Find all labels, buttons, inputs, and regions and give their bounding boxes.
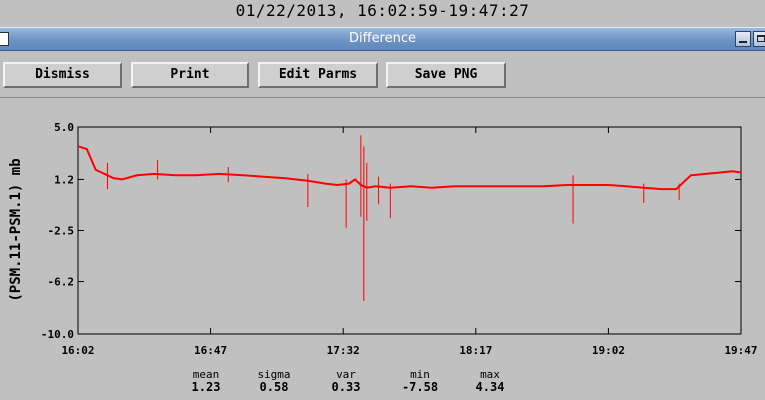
x-tick-label: 17:32 <box>327 344 360 357</box>
dismiss-button[interactable]: Dismiss <box>3 62 122 88</box>
stat-value: -7.58 <box>401 380 439 394</box>
edit-parms-button[interactable]: Edit Parms <box>258 62 378 88</box>
stat-min: min -7.58 <box>380 368 460 394</box>
y-tick-label: -6.2 <box>48 276 75 289</box>
y-tick-label: 5.0 <box>54 121 74 134</box>
stat-sigma: sigma 0.58 <box>234 368 314 394</box>
print-button[interactable]: Print <box>131 62 249 88</box>
window-title: Difference <box>348 31 417 46</box>
plot-frame <box>77 126 742 335</box>
x-tick-label: 19:02 <box>592 344 625 357</box>
y-tick-label: -10.0 <box>41 328 74 341</box>
series-layer <box>77 135 742 301</box>
plot-date-header: 01/22/2013, 16:02:59-19:47:27 <box>0 0 765 27</box>
stat-value: 4.34 <box>475 380 505 394</box>
stat-max: max 4.34 <box>450 368 530 394</box>
minimize-icon <box>739 41 747 43</box>
x-axis: 16:02 16:47 17:32 18:17 19:02 19:47 <box>61 127 758 357</box>
y-axis-label: (PSM.11-PSM.1) mb <box>8 158 24 301</box>
difference-chart: 5.0 1.2 -2.5 -6.2 -10.0 16:02 16:47 17:32 18:17… <box>8 121 758 357</box>
stats-panel: mean 1.23 sigma 0.58 var 0.33 min -7.58 … <box>0 368 765 400</box>
save-png-button[interactable]: Save PNG <box>386 62 506 88</box>
stat-var: var 0.33 <box>306 368 386 394</box>
y-axis: 5.0 1.2 -2.5 -6.2 -10.0 <box>41 121 741 341</box>
toolbar: Dismiss Print Edit Parms Save PNG <box>0 51 765 98</box>
x-tick-label: 18:17 <box>459 344 492 357</box>
window-titlebar[interactable]: Difference <box>0 27 765 51</box>
x-tick-label: 16:02 <box>61 344 94 357</box>
date-range-title: 01/22/2013, 16:02:59-19:47:27 <box>235 1 530 20</box>
stat-value: 0.33 <box>331 380 361 394</box>
x-tick-label: 19:47 <box>724 344 757 357</box>
maximize-button[interactable] <box>753 31 765 47</box>
maximize-icon <box>757 35 765 42</box>
stat-value: 0.58 <box>259 380 289 394</box>
x-tick-label: 16:47 <box>194 344 227 357</box>
y-tick-label: 1.2 <box>54 173 74 186</box>
y-tick-label: -2.5 <box>48 225 75 238</box>
difference-series-line <box>77 145 742 191</box>
minimize-button[interactable] <box>735 31 751 47</box>
